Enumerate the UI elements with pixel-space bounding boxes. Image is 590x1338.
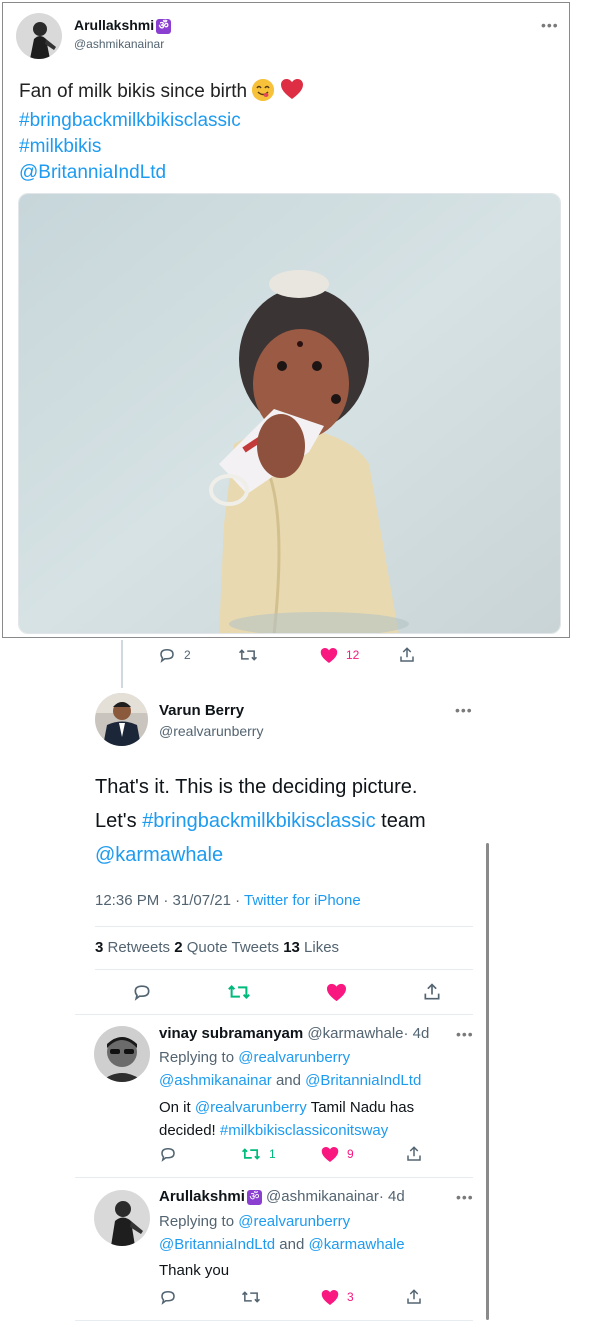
avatar-arullakshmi[interactable] (16, 13, 62, 59)
reply2-header: Arullakshmi ॐ @ashmikanainar· 4d (159, 1188, 405, 1205)
om-badge-icon: ॐ (156, 18, 172, 34)
like-action[interactable]: 9 (321, 1146, 405, 1163)
reply-age: · 4d (403, 1025, 430, 1042)
mention-karmawhale[interactable]: @karmawhale (95, 838, 426, 872)
more-options-icon[interactable]: ••• (456, 1189, 474, 1205)
retweet-icon (241, 1148, 261, 1160)
heart-filled-icon (321, 1289, 339, 1305)
share-action[interactable] (405, 1145, 423, 1163)
mention-ashmikanainar[interactable]: @ashmikanainar (159, 1072, 272, 1089)
divider (75, 1014, 473, 1015)
retweets-stat[interactable]: 3 Retweets (95, 939, 174, 956)
reply-icon (161, 1147, 175, 1162)
divider (95, 969, 473, 970)
share-icon (407, 1289, 421, 1304)
author-name[interactable]: vinay subramanyam (159, 1025, 303, 1042)
author-handle[interactable]: @ashmikanainar (266, 1188, 379, 1205)
original-tweet-card[interactable]: Arullakshmi ॐ @ashmikanainar ••• Fan of m… (2, 2, 570, 638)
reply1-action-bar: 1 9 (159, 1145, 429, 1163)
scrollbar[interactable] (486, 843, 489, 1320)
share-action[interactable] (405, 1288, 423, 1306)
tweet1-action-bar: 2 12 (158, 646, 428, 664)
retweet-icon (238, 649, 258, 661)
tweet-photo[interactable] (18, 193, 561, 634)
like-action[interactable]: 3 (321, 1289, 405, 1306)
share-icon[interactable] (422, 982, 442, 1002)
mention-britanniaindltd[interactable]: @BritanniaIndLtd (159, 1236, 275, 1253)
om-badge-icon: ॐ (246, 1189, 262, 1205)
heart-filled-icon (320, 647, 338, 663)
reply-icon[interactable] (132, 982, 152, 1002)
author-handle[interactable]: @ashmikanainar (74, 37, 164, 51)
hashtag-milkbikisclassiconitsway[interactable]: #milkbikisclassiconitsway (220, 1122, 388, 1139)
reply-action[interactable]: 2 (158, 646, 238, 664)
retweet-action[interactable] (238, 646, 320, 664)
retweet-action[interactable] (241, 1288, 321, 1306)
author-handle[interactable]: @karmawhale (307, 1025, 403, 1042)
divider (75, 1177, 473, 1178)
avatar-vinay-subramanyam[interactable] (94, 1026, 150, 1082)
mention-realvarunberry[interactable]: @realvarunberry (195, 1099, 307, 1116)
tweet-timestamp: 12:36 PM · 31/07/21 · Twitter for iPhone (95, 892, 361, 909)
more-options-icon[interactable]: ••• (455, 702, 473, 718)
avatar-arullakshmi[interactable] (94, 1190, 150, 1246)
reply-text: On it @realvarunberry Tamil Nadu has dec… (159, 1099, 415, 1139)
share-action[interactable] (398, 646, 416, 664)
mention-britanniaindltd[interactable]: @BritanniaIndLtd (19, 160, 304, 186)
reply-icon (160, 648, 174, 663)
retweet-icon[interactable] (227, 982, 251, 1002)
reply-text: Thank you (159, 1262, 230, 1279)
reply-icon (161, 1290, 175, 1305)
reply-action[interactable] (159, 1288, 241, 1306)
heart-filled-icon[interactable] (326, 983, 347, 1002)
tweet-source-link[interactable]: Twitter for iPhone (244, 892, 361, 909)
hashtag-milkbikis[interactable]: #milkbikis (19, 134, 304, 160)
reply2-action-bar: 3 (159, 1288, 429, 1306)
author-name[interactable]: Arullakshmi (159, 1188, 245, 1205)
reply-action[interactable] (159, 1145, 241, 1163)
tweet-text: Fan of milk bikis since birth #bringback… (19, 78, 304, 186)
like-action[interactable]: 12 (320, 647, 398, 664)
author-name[interactable]: Varun Berry (159, 702, 244, 719)
hashtag-bringbackmilkbikisclassic[interactable]: #bringbackmilkbikisclassic (142, 810, 375, 832)
quote-tweets-stat[interactable]: 2 Quote Tweets (174, 939, 283, 956)
replying-to: Replying to @realvarunberry @BritanniaIn… (159, 1213, 405, 1253)
retweet-action[interactable]: 1 (241, 1145, 321, 1163)
mention-realvarunberry[interactable]: @realvarunberry (238, 1213, 350, 1230)
likes-stat[interactable]: 13 Likes (283, 939, 339, 956)
avatar-varun-berry[interactable] (95, 693, 148, 746)
divider (95, 926, 473, 927)
heart-filled-icon (321, 1146, 339, 1162)
share-icon (400, 647, 414, 662)
mention-karmawhale[interactable]: @karmawhale (309, 1236, 405, 1253)
mention-britanniaindltd[interactable]: @BritanniaIndLtd (305, 1072, 421, 1089)
mention-realvarunberry[interactable]: @realvarunberry (238, 1049, 350, 1066)
divider (75, 1320, 473, 1321)
retweet-icon (241, 1291, 261, 1303)
engagement-stats: 3 Retweets 2 Quote Tweets 13 Likes (95, 939, 339, 956)
author-handle[interactable]: @realvarunberry (159, 723, 263, 739)
tweet-text: That's it. This is the deciding picture.… (95, 770, 426, 872)
savoring-face-emoji-icon (252, 79, 275, 101)
author-name[interactable]: Arullakshmi ॐ (74, 17, 172, 34)
reply-age: · 4d (378, 1188, 405, 1205)
thread-connector (121, 640, 123, 688)
replying-to: Replying to @realvarunberry @ashmikanain… (159, 1049, 422, 1089)
tweet2-action-bar (132, 982, 442, 1002)
more-options-icon[interactable]: ••• (541, 17, 559, 33)
reply1-header: vinay subramanyam @karmawhale· 4d (159, 1025, 429, 1042)
hashtag-bringbackmilkbikisclassic[interactable]: #bringbackmilkbikisclassic (19, 108, 304, 134)
more-options-icon[interactable]: ••• (456, 1026, 474, 1042)
red-heart-emoji-icon (280, 78, 304, 108)
share-icon (407, 1146, 421, 1161)
